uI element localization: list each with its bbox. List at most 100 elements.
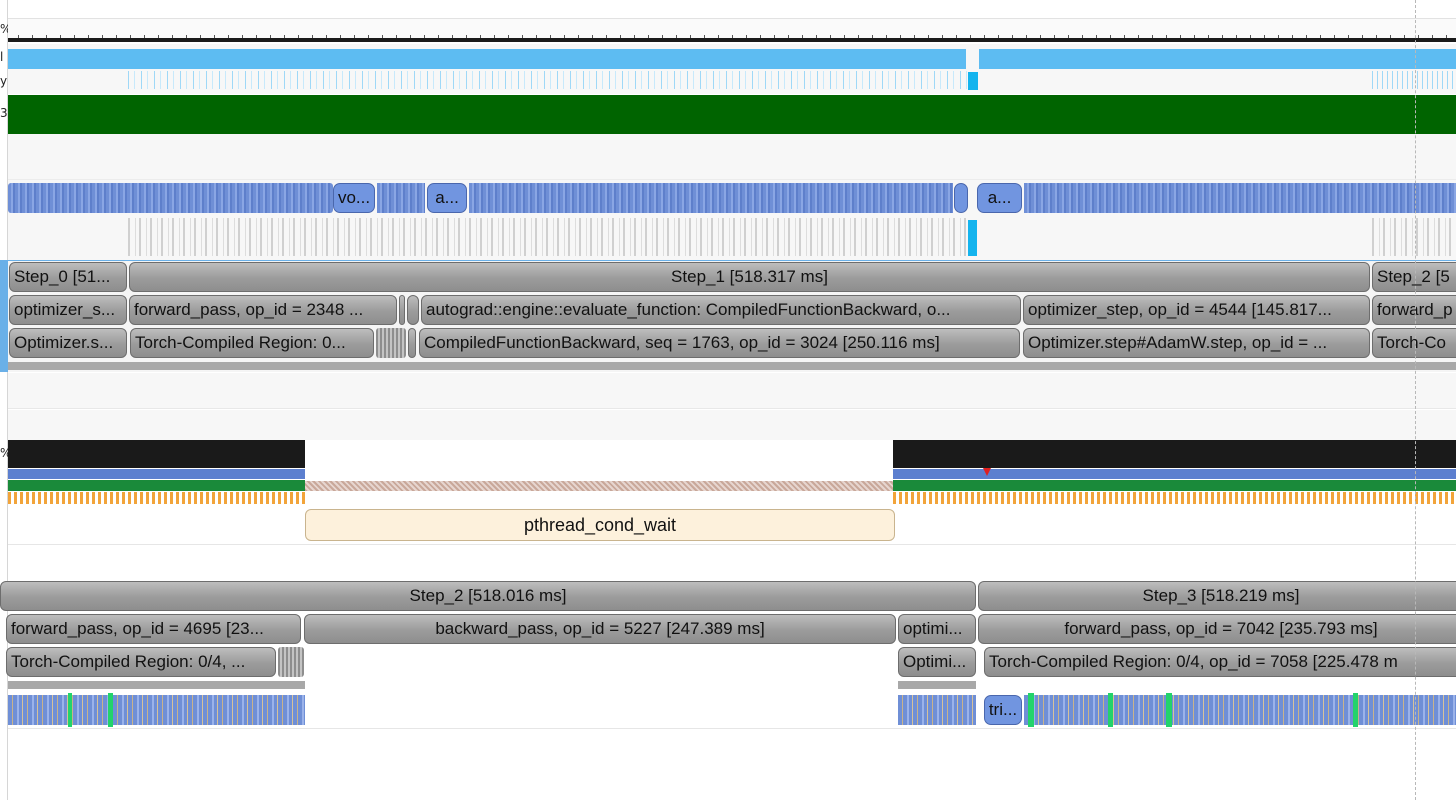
op-slice[interactable]: forward_pass, op_id = 7042 [235.793 ms] [978,614,1456,644]
step-slice[interactable]: Step_2 [5 [1372,262,1456,292]
ruler-tick [900,35,901,38]
kernel-slice[interactable]: a... [977,183,1022,213]
op-slice-cluster[interactable] [278,647,304,677]
ruler-tick [200,35,201,38]
op-slice[interactable]: autograd::engine::evaluate_function: Com… [421,295,1021,325]
ruler-tick [620,35,621,38]
ruler-tick [1292,35,1293,38]
ruler-tick [1222,35,1223,38]
ruler-tick [1334,35,1335,38]
op-slice[interactable]: backward_pass, op_id = 5227 [247.389 ms] [304,614,896,644]
op-slice[interactable]: forward_pass, op_id = 2348 ... [129,295,397,325]
op-slice[interactable] [399,295,405,325]
gpu-kernel-track[interactable]: vo... a... a... [8,180,1456,218]
empty-track [8,134,1456,180]
ruler-tick [746,35,747,38]
op-slice[interactable]: optimi... [898,614,976,644]
ruler-tick [1138,35,1139,38]
track-label-fragment: y [0,74,8,88]
kernel-slice[interactable]: a... [427,183,467,213]
op-slice-cluster[interactable] [376,328,406,358]
ruler-tick [1390,35,1391,38]
ruler-tick [970,35,971,38]
kernel-slice[interactable]: vo... [333,183,375,213]
kernel-stripe [8,695,305,725]
op-slice[interactable]: Torch-Co [1372,328,1456,358]
counter-bar [979,49,1456,69]
ruler-tick [1264,35,1265,38]
op-slice[interactable] [407,295,419,325]
op-slice[interactable]: CompiledFunctionBackward, seq = 1763, op… [419,328,1020,358]
ruler-tick [1124,35,1125,38]
ruler-tick [508,35,509,38]
slice-row: Torch-Compiled Region: 0/4, ... Optimi..… [6,646,1456,679]
op-slice[interactable] [408,328,416,358]
time-cursor-line[interactable] [1415,0,1416,800]
ruler-tick [1432,35,1433,38]
op-slice[interactable]: Optimizer.step#AdamW.step, op_id = ... [1023,328,1370,358]
kernel-stripe [1024,695,1456,725]
ruler-tick [1362,35,1363,38]
slice-row: Optimizer.s... Torch-Compiled Region: 0.… [8,327,1456,360]
op-slice[interactable]: optimizer_s... [9,295,127,325]
ruler-tick [410,35,411,38]
op-slice[interactable]: optimizer_step, op_id = 4544 [145.817... [1023,295,1370,325]
track-divider [8,728,1456,729]
ruler-tick [998,35,999,38]
ruler-tick [830,35,831,38]
ruler-tick [522,35,523,38]
kernel-highlight [1028,693,1034,727]
sample-markers [8,492,305,504]
ruler-tick [536,35,537,38]
op-slice[interactable]: forward_pass, op_id = 4695 [23... [6,614,301,644]
ruler-tick [116,35,117,38]
step-slice[interactable]: Step_1 [518.317 ms] [129,262,1370,292]
kernel-slice[interactable] [954,183,968,213]
ruler-tick [1012,35,1013,38]
ruler-tick [256,35,257,38]
op-slice[interactable]: Optimi... [898,647,976,677]
kernel-stripe [898,695,976,725]
sample-markers [893,492,1456,504]
op-slice[interactable]: Optimizer.s... [9,328,127,358]
ruler-tick [1278,35,1279,38]
slice-group-summary [8,362,1456,370]
gpu-kernel-track[interactable]: tri... [898,693,1456,727]
thread-state-active [893,480,1456,491]
thread-wait-slice[interactable]: pthread_cond_wait [305,509,895,541]
ruler-tick [1306,35,1307,38]
ruler-tick [186,35,187,38]
ruler-tick [354,35,355,38]
ruler-tick [942,35,943,38]
ruler-tick [1152,35,1153,38]
op-slice[interactable]: Torch-Compiled Region: 0... [130,328,374,358]
ruler-tick [88,35,89,38]
counter-sparkline [128,71,968,89]
ruler-tick [1068,35,1069,38]
ruler-tick [102,35,103,38]
ruler-tick [480,35,481,38]
op-slice[interactable]: forward_p [1372,295,1456,325]
step-slice[interactable]: Step_3 [518.219 ms] [978,581,1456,611]
ruler-tick [1348,35,1349,38]
ruler-tick [60,35,61,38]
memory-track[interactable] [8,95,1456,134]
ruler-tick [816,35,817,38]
ruler-tick [1320,35,1321,38]
op-slice[interactable]: Torch-Compiled Region: 0/4, op_id = 7058… [984,647,1456,677]
timeline-ruler[interactable] [8,18,1456,42]
kernel-stripe [1024,183,1456,213]
ruler-tick [578,35,579,38]
op-slice[interactable]: Torch-Compiled Region: 0/4, ... [6,647,276,677]
counter-track[interactable] [8,44,1456,94]
kernel-slice[interactable]: tri... [984,695,1022,725]
thread-state-running [8,469,305,479]
ruler-tick [424,35,425,38]
cpu-usage-bar [8,440,305,468]
step-slice[interactable]: Step_0 [51... [9,262,127,292]
kernel-stripe [8,183,333,213]
ruler-tick [606,35,607,38]
gpu-kernel-track[interactable] [8,693,305,727]
step-slice[interactable]: Step_2 [518.016 ms] [0,581,976,611]
ruler-tick [592,35,593,38]
